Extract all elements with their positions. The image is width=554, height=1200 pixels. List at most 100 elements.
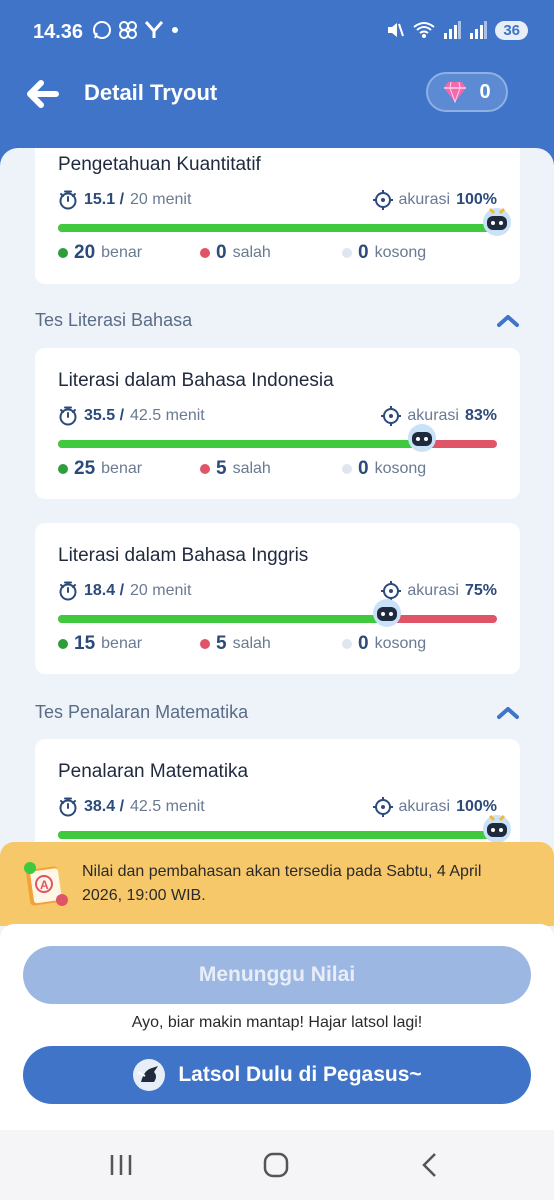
empty-count: 0 kosong <box>342 633 484 655</box>
wifi-icon <box>413 22 435 38</box>
crosshair-icon <box>372 797 393 817</box>
wrong-count: 5 salah <box>200 633 342 655</box>
time-total: 20 menit <box>130 582 192 599</box>
subtest-card[interactable]: Pengetahuan Kuantitatif 15.1 / 20 menit … <box>35 148 520 284</box>
time-total: 42.5 menit <box>130 407 205 424</box>
practice-hint: Ayo, biar makin mantap! Hajar latsol lag… <box>131 1014 423 1031</box>
accuracy-label: akurasi <box>398 798 451 815</box>
gem-balance-badge[interactable]: 0 <box>426 72 508 112</box>
subtest-card[interactable]: Literasi dalam Bahasa Indonesia 35.5 / 4… <box>35 348 520 499</box>
section-header-matematika[interactable]: Tes Penalaran Matematika <box>35 702 520 723</box>
mascot-icon <box>373 599 402 627</box>
battery-indicator: 36 <box>495 20 528 40</box>
subtest-name: Pengetahuan Kuantitatif <box>58 154 261 175</box>
section-header-literasi[interactable]: Tes Literasi Bahasa <box>35 310 520 331</box>
chevron-up-icon[interactable] <box>496 706 520 720</box>
answer-stats: 15 benar 5 salah 0 kosong <box>58 633 497 655</box>
whatsapp-icon <box>93 21 111 39</box>
score-release-notice: A Nilai dan pembahasan akan tersedia pad… <box>0 842 554 926</box>
stopwatch-icon <box>59 406 77 426</box>
bottom-sheet: Menunggu Nilai Ayo, biar makin mantap! H… <box>0 924 554 1130</box>
accuracy-bar <box>58 424 497 452</box>
subtest-meta: 18.4 / 20 menit akurasi 75% <box>58 581 497 601</box>
status-time: 14.36 <box>33 21 84 43</box>
accuracy-value: 75% <box>464 582 497 599</box>
pegasus-icon <box>133 1059 166 1091</box>
stopwatch-icon <box>59 190 77 210</box>
accuracy: akurasi 100% <box>372 190 497 210</box>
time-total: 42.5 menit <box>130 798 205 815</box>
accuracy-label: akurasi <box>398 191 451 208</box>
section-title: Tes Literasi Bahasa <box>35 310 193 330</box>
home-icon[interactable] <box>261 1150 291 1180</box>
back-arrow-icon[interactable] <box>24 76 60 112</box>
time-total: 20 menit <box>130 191 192 208</box>
stopwatch-icon <box>59 797 77 817</box>
time-value: 15.1 / <box>84 191 125 208</box>
recent-apps-icon[interactable] <box>106 1150 136 1180</box>
notice-text: Nilai dan pembahasan akan tersedia pada … <box>82 863 482 904</box>
wrong-count: 5 salah <box>200 458 342 480</box>
mascot-icon <box>408 424 437 452</box>
latsol-pegasus-button[interactable]: Latsol Dulu di Pegasus~ <box>23 1046 531 1104</box>
time-value: 35.5 / <box>84 407 125 424</box>
subtest-name: Literasi dalam Bahasa Inggris <box>58 545 309 566</box>
empty-count: 0 kosong <box>342 242 484 264</box>
correct-count: 15 benar <box>58 633 200 655</box>
chevron-up-icon[interactable] <box>496 314 520 328</box>
subtest-meta: 38.4 / 42.5 menit akurasi 100% <box>58 797 497 817</box>
waiting-score-button[interactable]: Menunggu Nilai <box>23 946 531 1004</box>
accuracy-bar-fill <box>58 224 497 232</box>
subtest-card[interactable]: Penalaran Matematika 38.4 / 42.5 menit a… <box>35 739 520 848</box>
accuracy-bar-fill <box>58 831 497 839</box>
exam-paper-icon: A <box>24 862 68 906</box>
diamond-icon <box>444 81 467 103</box>
stopwatch-icon <box>59 581 77 601</box>
section-title: Tes Penalaran Matematika <box>35 702 249 722</box>
signal-icon <box>470 21 488 39</box>
dot-icon <box>172 27 178 33</box>
answer-stats: 20 benar 0 salah 0 kosong <box>58 242 497 264</box>
answer-stats: 25 benar 5 salah 0 kosong <box>58 458 497 480</box>
mascot-icon <box>483 207 511 236</box>
accuracy-bar-fill <box>58 440 423 448</box>
empty-count: 0 kosong <box>342 458 484 480</box>
subtest-name: Penalaran Matematika <box>58 761 249 782</box>
correct-count: 25 benar <box>58 458 200 480</box>
pinwheel-icon <box>119 21 137 39</box>
accuracy-label: akurasi <box>407 582 459 599</box>
system-nav-bar <box>0 1130 554 1200</box>
mute-icon <box>388 23 405 37</box>
gem-count: 0 <box>479 80 491 103</box>
subtest-name: Literasi dalam Bahasa Indonesia <box>58 370 334 391</box>
accuracy-bar-fill <box>58 615 388 623</box>
result-list[interactable]: Pengetahuan Kuantitatif 15.1 / 20 menit … <box>0 148 554 848</box>
subtest-card[interactable]: Literasi dalam Bahasa Inggris 18.4 / 20 … <box>35 523 520 674</box>
app-bar: Detail Tryout 0 <box>0 64 554 128</box>
page-title: Detail Tryout <box>84 80 218 105</box>
y-icon <box>144 21 164 38</box>
signal-icon <box>444 21 462 39</box>
time-spent: 15.1 / 20 menit <box>58 190 191 210</box>
latsol-button-label: Latsol Dulu di Pegasus~ <box>178 1063 422 1086</box>
subtest-meta: 15.1 / 20 menit akurasi 100% <box>58 190 497 210</box>
mascot-icon <box>483 814 511 843</box>
time-spent: 35.5 / 42.5 menit <box>58 406 205 426</box>
accuracy-value: 83% <box>464 407 497 424</box>
notification-icons <box>92 20 180 40</box>
svg-text:A: A <box>40 878 49 892</box>
accuracy-bar <box>58 814 511 843</box>
time-spent: 38.4 / 42.5 menit <box>58 797 205 817</box>
back-icon[interactable] <box>416 1150 446 1180</box>
time-value: 18.4 / <box>84 582 125 599</box>
system-icons: 36 <box>385 20 528 40</box>
crosshair-icon <box>372 190 393 210</box>
accuracy-bar <box>58 207 511 236</box>
time-spent: 18.4 / 20 menit <box>58 581 191 601</box>
accuracy-bar <box>58 599 497 627</box>
accuracy: akurasi 100% <box>372 797 497 817</box>
status-bar: 14.36 36 <box>0 0 554 64</box>
time-value: 38.4 / <box>84 798 125 815</box>
correct-count: 20 benar <box>58 242 200 264</box>
crosshair-icon <box>381 406 402 426</box>
